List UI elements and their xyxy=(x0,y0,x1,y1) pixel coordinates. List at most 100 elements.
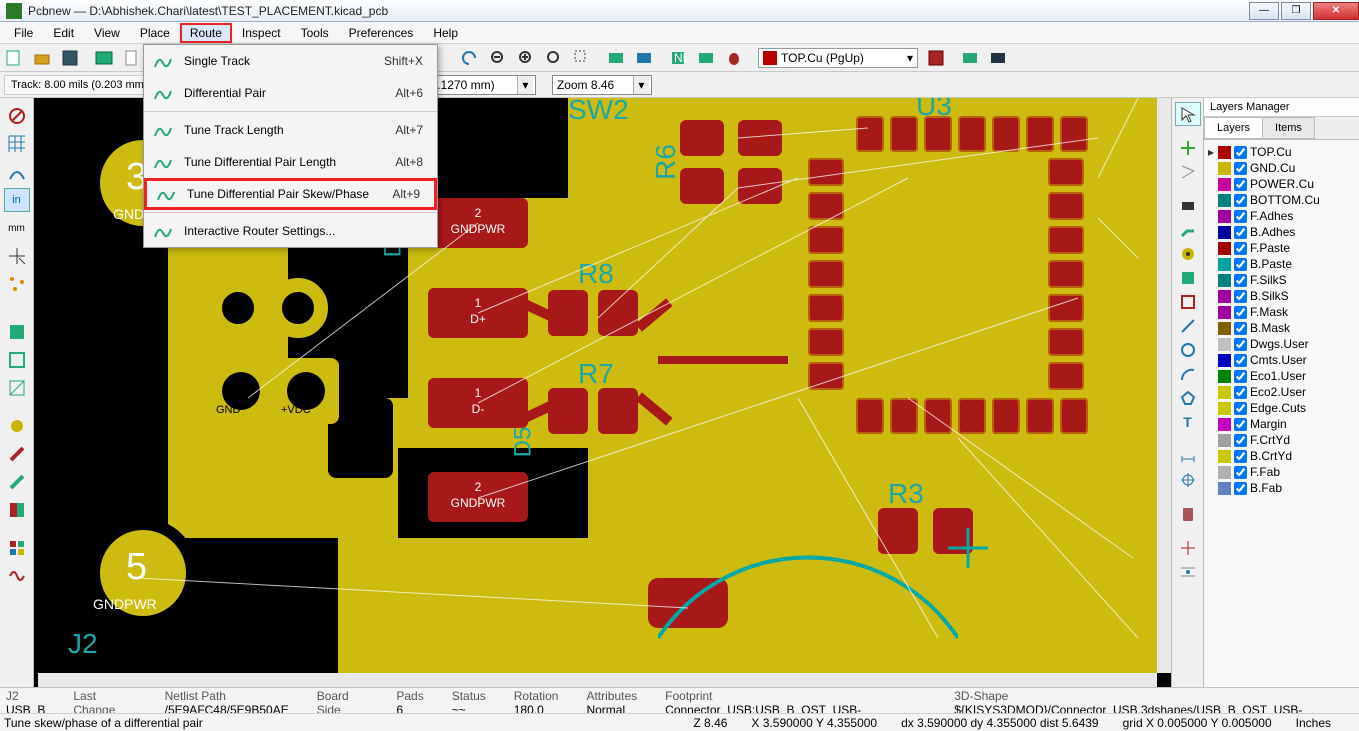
add-text-icon[interactable]: T xyxy=(1175,410,1201,434)
layer-visible-checkbox[interactable] xyxy=(1234,386,1247,399)
add-line-icon[interactable] xyxy=(1175,314,1201,338)
close-button[interactable]: ✕ xyxy=(1313,2,1359,20)
layer-row-eco1-user[interactable]: Eco1.User xyxy=(1206,368,1357,384)
layer-visible-checkbox[interactable] xyxy=(1234,306,1247,319)
layer-visible-checkbox[interactable] xyxy=(1234,418,1247,431)
layers-manager-icon[interactable] xyxy=(4,536,30,560)
select-tool-icon[interactable] xyxy=(1175,102,1201,126)
save-icon[interactable] xyxy=(57,46,83,70)
layer-list[interactable]: ▸TOP.CuGND.CuPOWER.CuBOTTOM.CuF.AdhesB.A… xyxy=(1204,140,1359,500)
layer-row-top-cu[interactable]: ▸TOP.Cu xyxy=(1206,144,1357,160)
add-footprint-icon[interactable] xyxy=(1175,194,1201,218)
add-arc-icon[interactable] xyxy=(1175,362,1201,386)
zoom-out-icon[interactable] xyxy=(485,46,511,70)
layer-row-b-fab[interactable]: B.Fab xyxy=(1206,480,1357,496)
menu-view[interactable]: View xyxy=(84,23,130,43)
menu-item-single-track[interactable]: Single TrackShift+X xyxy=(144,45,437,77)
footprint-viewer-icon[interactable] xyxy=(631,46,657,70)
local-ratsnest-icon[interactable] xyxy=(1175,160,1201,184)
zoom-fit-icon[interactable] xyxy=(541,46,567,70)
layer-row-b-adhes[interactable]: B.Adhes xyxy=(1206,224,1357,240)
microwave-icon[interactable] xyxy=(4,564,30,588)
layer-visible-checkbox[interactable] xyxy=(1234,434,1247,447)
layer-row-eco2-user[interactable]: Eco2.User xyxy=(1206,384,1357,400)
units-mm-icon[interactable]: mm xyxy=(4,216,30,240)
layer-visible-checkbox[interactable] xyxy=(1234,466,1247,479)
menu-item-tune-track-length[interactable]: Tune Track LengthAlt+7 xyxy=(144,114,437,146)
add-circle-icon[interactable] xyxy=(1175,338,1201,362)
menu-item-tune-differential-pair-length[interactable]: Tune Differential Pair LengthAlt+8 xyxy=(144,146,437,178)
layer-row-margin[interactable]: Margin xyxy=(1206,416,1357,432)
menu-help[interactable]: Help xyxy=(423,23,468,43)
undo-icon[interactable] xyxy=(457,46,483,70)
track-fill-icon[interactable] xyxy=(4,470,30,494)
delete-icon[interactable] xyxy=(1175,502,1201,526)
layer-visible-checkbox[interactable] xyxy=(1234,242,1247,255)
zoom-selector[interactable]: Zoom 8.46▾ xyxy=(552,75,652,95)
3d-viewer-icon[interactable] xyxy=(985,46,1011,70)
layer-visible-checkbox[interactable] xyxy=(1234,402,1247,415)
layer-row-f-adhes[interactable]: F.Adhes xyxy=(1206,208,1357,224)
add-polygon-icon[interactable] xyxy=(1175,386,1201,410)
layer-row-edge-cuts[interactable]: Edge.Cuts xyxy=(1206,400,1357,416)
layer-visible-checkbox[interactable] xyxy=(1234,258,1247,271)
minimize-button[interactable]: — xyxy=(1249,2,1279,20)
layer-visible-checkbox[interactable] xyxy=(1234,146,1247,159)
layer-row-b-paste[interactable]: B.Paste xyxy=(1206,256,1357,272)
layer-row-bottom-cu[interactable]: BOTTOM.Cu xyxy=(1206,192,1357,208)
layer-row-f-crtyd[interactable]: F.CrtYd xyxy=(1206,432,1357,448)
layer-row-gnd-cu[interactable]: GND.Cu xyxy=(1206,160,1357,176)
set-origin-icon[interactable] xyxy=(1175,536,1201,560)
tab-items[interactable]: Items xyxy=(1262,117,1315,139)
track-width-label[interactable]: Track: 8.00 mils (0.203 mm xyxy=(4,75,151,95)
layer-row-f-silks[interactable]: F.SilkS xyxy=(1206,272,1357,288)
layer-row-b-silks[interactable]: B.SilkS xyxy=(1206,288,1357,304)
page-settings-icon[interactable] xyxy=(119,46,145,70)
polar-icon[interactable] xyxy=(4,160,30,184)
layer-visible-checkbox[interactable] xyxy=(1234,274,1247,287)
menu-item-interactive-router-settings-[interactable]: Interactive Router Settings... xyxy=(144,215,437,247)
layer-selector[interactable]: TOP.Cu (PgUp)▾ xyxy=(758,48,918,68)
add-dimension-icon[interactable] xyxy=(1175,444,1201,468)
layer-pair-icon[interactable] xyxy=(923,46,949,70)
layer-visible-checkbox[interactable] xyxy=(1234,482,1247,495)
layer-row-f-fab[interactable]: F.Fab xyxy=(1206,464,1357,480)
tab-layers[interactable]: Layers xyxy=(1204,117,1263,139)
horizontal-scrollbar[interactable] xyxy=(38,673,1157,687)
footprint-editor-icon[interactable] xyxy=(603,46,629,70)
zoom-selection-icon[interactable] xyxy=(569,46,595,70)
zone-display-icon[interactable] xyxy=(4,320,30,344)
drc-icon[interactable] xyxy=(693,46,719,70)
new-icon[interactable] xyxy=(1,46,27,70)
layer-visible-checkbox[interactable] xyxy=(1234,322,1247,335)
layer-visible-checkbox[interactable] xyxy=(1234,210,1247,223)
menu-item-differential-pair[interactable]: Differential PairAlt+6 xyxy=(144,77,437,109)
zone-hatch-icon[interactable] xyxy=(4,376,30,400)
menu-item-tune-differential-pair-skew-phase[interactable]: Tune Differential Pair Skew/PhaseAlt+9 xyxy=(144,178,437,210)
layer-visible-checkbox[interactable] xyxy=(1234,178,1247,191)
vertical-scrollbar[interactable] xyxy=(1157,98,1171,673)
layer-visible-checkbox[interactable] xyxy=(1234,290,1247,303)
layer-visible-checkbox[interactable] xyxy=(1234,338,1247,351)
highlight-net-icon[interactable] xyxy=(1175,136,1201,160)
via-fill-icon[interactable] xyxy=(4,442,30,466)
menu-file[interactable]: File xyxy=(4,23,43,43)
ratsnest-icon[interactable] xyxy=(4,272,30,296)
layer-row-dwgs-user[interactable]: Dwgs.User xyxy=(1206,336,1357,352)
layer-visible-checkbox[interactable] xyxy=(1234,370,1247,383)
add-target-icon[interactable] xyxy=(1175,468,1201,492)
menu-preferences[interactable]: Preferences xyxy=(339,23,424,43)
layer-visible-checkbox[interactable] xyxy=(1234,354,1247,367)
layer-row-cmts-user[interactable]: Cmts.User xyxy=(1206,352,1357,368)
route-track-icon[interactable] xyxy=(1175,218,1201,242)
layer-row-b-mask[interactable]: B.Mask xyxy=(1206,320,1357,336)
scripting-icon[interactable] xyxy=(957,46,983,70)
pad-fill-icon[interactable] xyxy=(4,414,30,438)
zoom-in-icon[interactable] xyxy=(513,46,539,70)
board-setup-icon[interactable] xyxy=(91,46,117,70)
contrast-icon[interactable] xyxy=(4,498,30,522)
layer-row-f-mask[interactable]: F.Mask xyxy=(1206,304,1357,320)
layer-visible-checkbox[interactable] xyxy=(1234,194,1247,207)
layer-row-f-paste[interactable]: F.Paste xyxy=(1206,240,1357,256)
layer-row-b-crtyd[interactable]: B.CrtYd xyxy=(1206,448,1357,464)
